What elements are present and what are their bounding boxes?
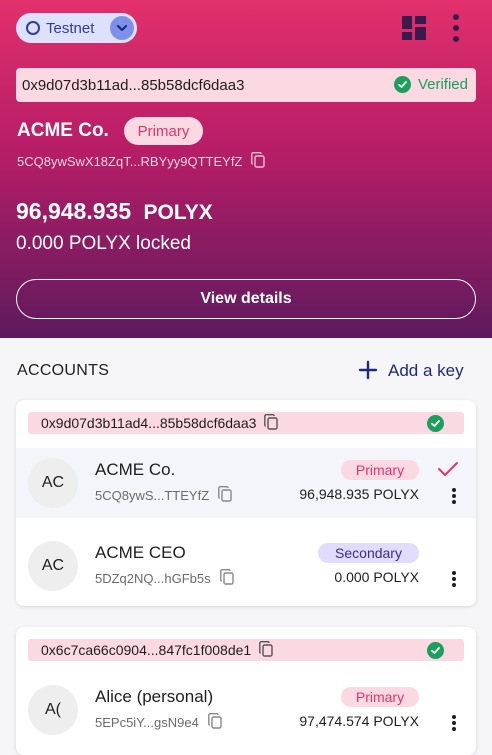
- more-vertical-icon[interactable]: [450, 14, 462, 42]
- network-ring-icon: [26, 21, 40, 35]
- network-label: Testnet: [46, 19, 95, 37]
- network-selector[interactable]: Testnet: [16, 13, 137, 43]
- add-key-label: Add a key: [388, 360, 464, 380]
- identity-header: Testnet 0x9d07d3b11ad...85b58dcf6daa3 Ve…: [0, 0, 492, 338]
- account-balance: 0.000 POLYX: [334, 569, 419, 585]
- total-balance: 96,948.935 POLYX: [16, 198, 213, 225]
- check-circle-icon: [393, 76, 411, 93]
- account-address-text: 5DZq2NQ...hGFb5s: [95, 571, 211, 586]
- check-circle-icon: [427, 642, 444, 659]
- avatar: AC: [28, 458, 78, 508]
- checkmark-icon: [437, 460, 459, 483]
- account-address: 5EPc5iY...gsN9e4: [95, 713, 222, 732]
- identity-account-address: 5CQ8ywSwX18ZqT...RBYyy9QTTEYfZ: [17, 152, 266, 171]
- account-address: 5DZq2NQ...hGFb5s: [95, 569, 234, 588]
- account-row[interactable]: AC ACME CEO 5DZq2NQ...hGFb5s Secondary 0…: [16, 531, 476, 601]
- chevron-down-icon[interactable]: [110, 16, 134, 40]
- add-key-button[interactable]: Add a key: [358, 360, 464, 381]
- copy-icon[interactable]: [218, 486, 232, 505]
- copy-icon[interactable]: [259, 640, 273, 660]
- account-balance: 96,948.935 POLYX: [299, 486, 419, 502]
- account-address-text: 5EPc5iY...gsN9e4: [95, 715, 199, 730]
- key-group-did: 0x9d07d3b11ad4...85b58dcf6daa3: [41, 415, 257, 431]
- accounts-heading: ACCOUNTS: [17, 362, 110, 379]
- view-details-button[interactable]: View details: [16, 279, 476, 319]
- account-address-text: 5CQ8ywS...TTEYfZ: [95, 488, 210, 503]
- verified-badge: Verified: [393, 76, 468, 93]
- account-name: ACME Co.: [95, 460, 176, 479]
- account-address-text: 5CQ8ywSwX18ZqT...RBYyy9QTTEYfZ: [17, 154, 243, 169]
- account-address: 5CQ8ywS...TTEYfZ: [95, 486, 232, 505]
- role-badge: Primary: [341, 687, 419, 707]
- verified-label: Verified: [417, 76, 468, 93]
- did-address-bar[interactable]: 0x9d07d3b11ad...85b58dcf6daa3 Verified: [16, 68, 476, 102]
- account-row[interactable]: A( Alice (personal) 5EPc5iY...gsN9e4 Pri…: [16, 675, 476, 745]
- more-vertical-icon[interactable]: [451, 571, 457, 587]
- role-badge: Secondary: [318, 543, 419, 563]
- account-balance: 97,474.574 POLYX: [299, 713, 419, 729]
- role-badge: Primary: [124, 117, 203, 145]
- copy-icon[interactable]: [219, 569, 234, 588]
- key-group-did: 0x6c7ca66c0904...847fc1f008de1: [41, 642, 252, 658]
- copy-icon[interactable]: [207, 713, 222, 732]
- copy-icon[interactable]: [251, 152, 266, 171]
- account-name: ACME CEO: [95, 543, 186, 562]
- more-vertical-icon[interactable]: [451, 715, 457, 731]
- did-address: 0x9d07d3b11ad...85b58dcf6daa3: [22, 76, 245, 94]
- account-row[interactable]: AC ACME Co. 5CQ8ywS...TTEYfZ Primary 96,…: [16, 448, 476, 518]
- locked-balance: 0.000 POLYX locked: [16, 233, 191, 254]
- balance-amount: 96,948.935: [16, 198, 132, 224]
- key-group-card: 0x9d07d3b11ad4...85b58dcf6daa3 AC ACME C…: [16, 400, 476, 606]
- key-group-card: 0x6c7ca66c0904...847fc1f008de1 A( Alice …: [16, 627, 476, 755]
- copy-icon[interactable]: [264, 413, 279, 433]
- check-circle-icon: [427, 415, 444, 432]
- plus-icon: [358, 360, 378, 381]
- key-group-did-bar[interactable]: 0x9d07d3b11ad4...85b58dcf6daa3: [28, 412, 464, 434]
- balance-currency: POLYX: [143, 201, 213, 224]
- role-badge: Primary: [341, 460, 419, 480]
- avatar: AC: [28, 541, 78, 591]
- key-group-did-bar[interactable]: 0x6c7ca66c0904...847fc1f008de1: [28, 639, 464, 661]
- dashboard-grid-icon[interactable]: [402, 16, 426, 40]
- identity-name: ACME Co.: [17, 120, 109, 141]
- more-vertical-icon[interactable]: [451, 488, 457, 504]
- account-name: Alice (personal): [95, 687, 214, 706]
- avatar: A(: [28, 685, 78, 735]
